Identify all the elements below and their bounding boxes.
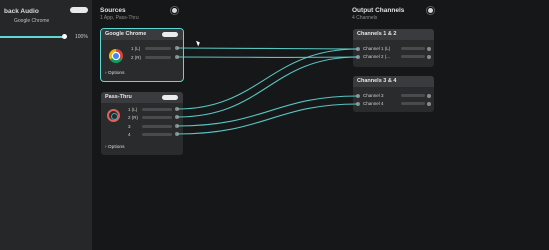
channel-label: Channel 1 (L) xyxy=(363,46,391,51)
card-title: Channels 3 & 4 xyxy=(357,78,397,84)
channel-label: 2 (R) xyxy=(128,115,138,120)
add-source-icon[interactable] xyxy=(172,8,177,13)
volume-slider-track[interactable] xyxy=(0,36,64,38)
level-meter xyxy=(401,55,425,58)
panel-source-name: Google Chrome xyxy=(14,18,50,24)
card-toggle[interactable] xyxy=(162,32,178,37)
output-port[interactable] xyxy=(175,55,179,59)
output-port[interactable] xyxy=(175,124,179,128)
chrome-app-icon xyxy=(109,49,123,63)
playback-audio-panel: back Audio Google Chrome 100% xyxy=(0,0,93,250)
options-toggle[interactable]: › Options xyxy=(105,71,124,76)
channel-label: 3 xyxy=(128,124,131,129)
channel-label: Channel 3 xyxy=(363,93,384,98)
output-port[interactable] xyxy=(427,102,431,106)
panel-title: back Audio xyxy=(4,8,39,15)
level-meter xyxy=(401,94,425,97)
output-port[interactable] xyxy=(175,46,179,50)
output-card-channels-3-4[interactable]: Channels 3 & 4 Channel 3 Channel 4 xyxy=(353,76,434,112)
level-meter xyxy=(145,47,171,50)
channel-label: Channel 2 (... xyxy=(363,54,391,59)
output-port[interactable] xyxy=(175,132,179,136)
source-card-pass-thru[interactable]: Pass-Thru 1 (L) 2 (R) 3 4 › Options xyxy=(101,92,183,155)
input-port[interactable] xyxy=(356,94,360,98)
level-meter xyxy=(145,56,171,59)
level-meter xyxy=(142,133,172,136)
volume-slider-knob[interactable] xyxy=(62,34,67,39)
channel-label: 2 (R) xyxy=(131,55,141,60)
channel-label: 1 (L) xyxy=(128,107,138,112)
output-port[interactable] xyxy=(427,94,431,98)
level-meter xyxy=(142,108,172,111)
card-title: Channels 1 & 2 xyxy=(357,31,397,37)
channel-label: 1 (L) xyxy=(131,46,141,51)
level-meter xyxy=(401,47,425,50)
card-header: Channels 1 & 2 xyxy=(353,29,434,40)
input-port[interactable] xyxy=(356,55,360,59)
card-header: Channels 3 & 4 xyxy=(353,76,434,87)
volume-percent: 100% xyxy=(75,34,88,40)
input-port[interactable] xyxy=(356,47,360,51)
add-output-icon[interactable] xyxy=(428,8,433,13)
source-card-google-chrome[interactable]: Google Chrome 1 (L) 2 (R) › Options xyxy=(100,28,184,82)
options-toggle[interactable]: › Options xyxy=(105,145,124,150)
card-header: Google Chrome xyxy=(101,29,183,40)
level-meter xyxy=(142,125,172,128)
card-title: Pass-Thru xyxy=(105,94,132,100)
output-card-channels-1-2[interactable]: Channels 1 & 2 Channel 1 (L) Channel 2 (… xyxy=(353,29,434,67)
outputs-title: Output Channels xyxy=(352,7,405,14)
output-port[interactable] xyxy=(427,55,431,59)
output-port[interactable] xyxy=(175,107,179,111)
level-meter xyxy=(401,102,425,105)
card-title: Google Chrome xyxy=(105,31,147,37)
output-port[interactable] xyxy=(175,115,179,119)
input-port[interactable] xyxy=(356,102,360,106)
sources-subtitle: 1 App, Pass-Thru xyxy=(100,15,139,21)
output-port[interactable] xyxy=(427,47,431,51)
panel-toggle[interactable] xyxy=(70,7,88,13)
pass-thru-icon xyxy=(107,109,120,122)
channel-label: Channel 4 xyxy=(363,101,384,106)
card-header: Pass-Thru xyxy=(101,92,183,103)
sources-title: Sources xyxy=(100,7,126,14)
channel-label: 4 xyxy=(128,132,131,137)
card-toggle[interactable] xyxy=(162,95,178,100)
outputs-subtitle: 4 Channels xyxy=(352,15,378,21)
level-meter xyxy=(142,116,172,119)
